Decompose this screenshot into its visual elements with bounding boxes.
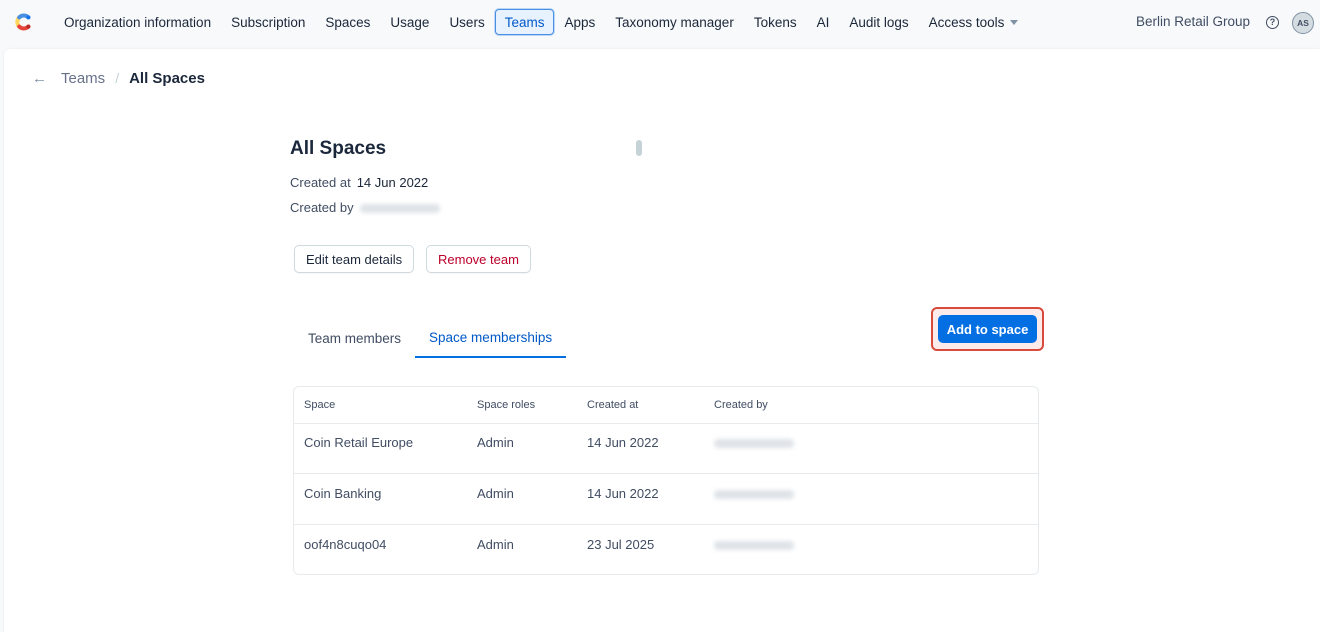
column-header-created-at: Created at [587, 399, 639, 411]
access-tools-label: Access tools [928, 14, 1005, 30]
cell-created-at: 14 Jun 2022 [587, 486, 659, 501]
org-switcher[interactable]: Berlin Retail Group [1136, 14, 1250, 29]
cell-space-role: Admin [477, 435, 514, 450]
table-row[interactable]: Coin Banking Admin 14 Jun 2022 [294, 474, 1038, 525]
cell-created-at: 14 Jun 2022 [587, 435, 659, 450]
arrow-left-icon[interactable]: ← [32, 70, 47, 87]
column-header-space: Space [304, 399, 336, 411]
main-panel: ← Teams / All Spaces All Spaces Created … [4, 49, 1320, 632]
redacted-user-name [714, 490, 794, 500]
nav-ai[interactable]: AI [807, 9, 840, 35]
add-to-space-button[interactable]: Add to space [938, 315, 1037, 343]
table-row[interactable]: Coin Retail Europe Admin 14 Jun 2022 [294, 423, 1038, 474]
column-header-space-roles: Space roles [477, 399, 536, 411]
nav-spaces[interactable]: Spaces [315, 9, 380, 35]
tab-space-memberships[interactable]: Space memberships [415, 319, 567, 358]
contentful-logo-icon[interactable] [12, 11, 34, 33]
nav-teams[interactable]: Teams [494, 9, 555, 35]
nav-taxonomy-manager[interactable]: Taxonomy manager [605, 9, 744, 35]
redacted-user-name [714, 541, 794, 551]
remove-team-button[interactable]: Remove team [426, 245, 531, 273]
column-header-created-by: Created by [714, 399, 768, 411]
cell-created-by [714, 486, 794, 501]
cell-space-role: Admin [477, 486, 514, 501]
nav-apps[interactable]: Apps [554, 9, 605, 35]
cell-space: Coin Banking [304, 486, 382, 501]
cell-space: oof4n8cuqo04 [304, 537, 387, 552]
table-row[interactable]: oof4n8cuqo04 Admin 23 Jul 2025 [294, 525, 1038, 574]
edit-team-details-button[interactable]: Edit team details [294, 245, 415, 273]
page-title: All Spaces [290, 138, 387, 159]
redacted-user-name [359, 204, 440, 214]
team-tabs: Team members Space memberships [294, 319, 567, 358]
breadcrumb-current: All Spaces [129, 69, 205, 87]
nav-organization-information[interactable]: Organization information [54, 9, 221, 35]
scrollbar-thumb[interactable] [636, 140, 642, 156]
created-at-label: Created at [290, 175, 351, 190]
created-by-label: Created by [290, 200, 354, 215]
nav-tokens[interactable]: Tokens [744, 9, 807, 35]
breadcrumb: ← Teams / All Spaces [32, 68, 205, 88]
cell-created-by [714, 435, 794, 450]
breadcrumb-separator: / [115, 70, 120, 86]
chevron-down-icon [1010, 19, 1019, 25]
created-at-value: 14 Jun 2022 [356, 175, 429, 190]
nav-audit-logs[interactable]: Audit logs [839, 9, 918, 35]
nav-users[interactable]: Users [439, 9, 494, 35]
cell-created-by [714, 537, 794, 552]
top-navigation-bar: Organization information Subscription Sp… [0, 0, 1320, 46]
redacted-user-name [714, 439, 794, 449]
nav-access-tools-dropdown[interactable]: Access tools [919, 9, 1029, 35]
cell-space-role: Admin [477, 537, 514, 552]
help-icon[interactable]: ? [1266, 16, 1279, 29]
tab-team-members[interactable]: Team members [294, 319, 415, 358]
space-memberships-table: Space Space roles Created at Created by … [293, 386, 1039, 575]
cell-space: Coin Retail Europe [304, 435, 414, 450]
user-avatar[interactable]: AS [1292, 12, 1314, 34]
created-by-row: Created by [290, 200, 440, 215]
main-nav: Organization information Subscription Sp… [54, 8, 1028, 36]
nav-usage[interactable]: Usage [380, 9, 439, 35]
nav-subscription[interactable]: Subscription [221, 9, 315, 35]
breadcrumb-teams-link[interactable]: Teams [61, 70, 105, 87]
table-header: Space Space roles Created at Created by [294, 387, 1038, 424]
created-at-row: Created at 14 Jun 2022 [290, 175, 428, 190]
cell-created-at: 23 Jul 2025 [587, 537, 655, 552]
